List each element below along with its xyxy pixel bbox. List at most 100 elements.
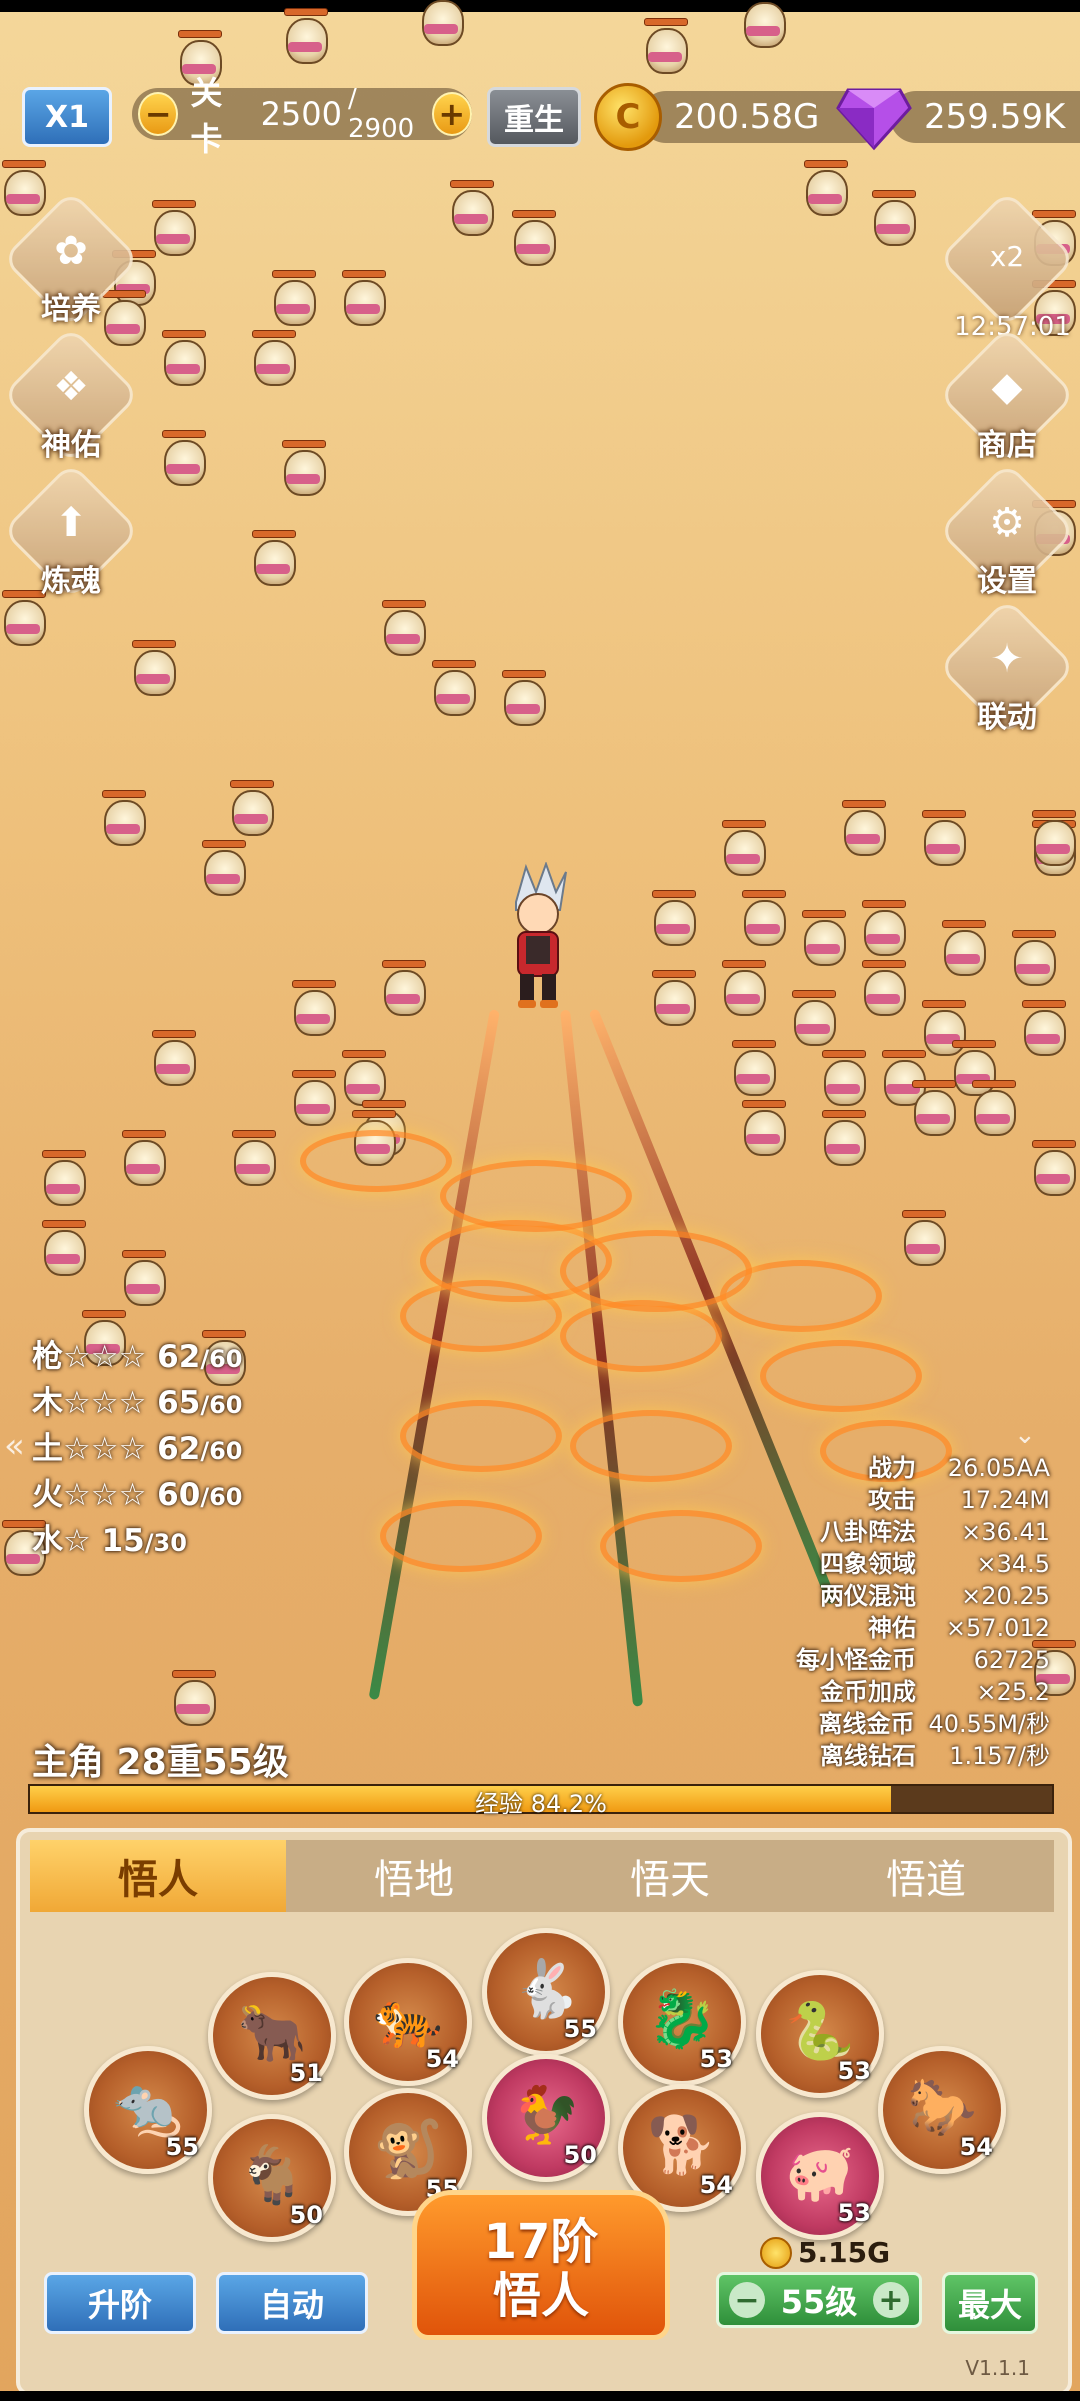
shop-label: 商店 bbox=[977, 428, 1037, 463]
purple-gem-icon bbox=[836, 88, 912, 151]
collapse-left-icon[interactable]: « bbox=[4, 1426, 25, 1466]
enemy-minion bbox=[1030, 1140, 1076, 1196]
enemy-minion bbox=[820, 1110, 866, 1166]
enemy-minion bbox=[40, 1220, 86, 1276]
zodiac-rat-button[interactable]: 🐀 55 bbox=[84, 2046, 212, 2174]
enemy-minion bbox=[740, 0, 786, 48]
stat-row: 攻击 17.24M bbox=[868, 1486, 1050, 1514]
enemy-minion bbox=[160, 430, 206, 486]
enemy-minion bbox=[160, 330, 206, 386]
enemy-minion bbox=[270, 270, 316, 326]
enemy-minion bbox=[820, 1050, 866, 1106]
enemy-minion bbox=[920, 810, 966, 866]
cultivate-button[interactable]: ✿ 培养 bbox=[1, 189, 141, 330]
gold-amount: 200.58G bbox=[674, 97, 820, 137]
enemy-minion bbox=[790, 990, 836, 1046]
hero-stats: 战力 26.05AA 攻击 17.24M 八卦阵法 ×36.41 四象领域 ×34.5 … bbox=[796, 1452, 1050, 1772]
enemy-minion bbox=[430, 660, 476, 716]
stat-row: 四象领域 ×34.5 bbox=[820, 1550, 1050, 1578]
enemy-minion bbox=[250, 530, 296, 586]
enemy-minion bbox=[940, 920, 986, 976]
level-minus-button[interactable]: − bbox=[729, 2282, 765, 2318]
rank-up-button[interactable]: 升阶 bbox=[44, 2272, 196, 2334]
stat-row: 金币加成 ×25.2 bbox=[820, 1678, 1050, 1706]
stat-row: 神佑 ×57.012 bbox=[868, 1614, 1050, 1642]
zodiac-goat-button[interactable]: 🐐 50 bbox=[208, 2114, 336, 2242]
enemy-minion bbox=[380, 960, 426, 1016]
auto-button[interactable]: 自动 bbox=[216, 2272, 368, 2334]
level-plus-button[interactable]: + bbox=[872, 2282, 909, 2318]
zodiac-rooster-button[interactable]: 🐓 50 bbox=[482, 2054, 610, 2182]
enemy-minion bbox=[290, 980, 336, 1036]
settings-gear-icon: ⚙ bbox=[989, 500, 1025, 546]
tab-wu-dao[interactable]: 悟道 bbox=[798, 1840, 1054, 1912]
stat-row: 八卦阵法 ×36.41 bbox=[820, 1518, 1050, 1546]
shop-diamond-icon: ◆ bbox=[991, 364, 1023, 410]
fire-ring-effect bbox=[570, 1410, 732, 1482]
zodiac-level: 53 bbox=[699, 2045, 733, 2073]
enemy-minion bbox=[170, 1670, 216, 1726]
stat-row: 离线钻石 1.157/秒 bbox=[820, 1742, 1050, 1770]
zodiac-level: 54 bbox=[699, 2171, 733, 2199]
stage-prev-button[interactable]: − bbox=[138, 92, 179, 136]
enemy-minion bbox=[650, 890, 696, 946]
enemy-minion bbox=[840, 800, 886, 856]
enemy-minion bbox=[740, 1100, 786, 1156]
fire-ring-effect bbox=[600, 1510, 762, 1582]
stage-label: 关卡 bbox=[190, 74, 223, 158]
enemy-minion bbox=[200, 840, 246, 896]
enemy-minion bbox=[40, 1150, 86, 1206]
enemy-minion bbox=[720, 820, 766, 876]
tab-wu-di[interactable]: 悟地 bbox=[286, 1840, 542, 1912]
fire-ring-effect bbox=[380, 1500, 542, 1572]
zodiac-ox-button[interactable]: 🐂 51 bbox=[208, 1972, 336, 2100]
zodiac-pig-button[interactable]: 🐖 53 bbox=[756, 2112, 884, 2240]
enemy-minion bbox=[448, 180, 494, 236]
zodiac-tiger-button[interactable]: 🐅 54 bbox=[344, 1958, 472, 2086]
zodiac-level: 55 bbox=[563, 2015, 597, 2043]
enemy-minion bbox=[910, 1080, 956, 1136]
collab-button[interactable]: ✦ 联动 bbox=[937, 597, 1077, 738]
soul-refine-label: 炼魂 bbox=[41, 564, 101, 599]
zodiac-level: 53 bbox=[837, 2057, 871, 2085]
rebirth-wrap: 重生 bbox=[487, 87, 581, 147]
enemy-minion bbox=[0, 160, 46, 216]
shop-button[interactable]: ◆ 商店 bbox=[937, 325, 1077, 466]
zodiac-dragon-button[interactable]: 🐉 53 bbox=[618, 1958, 746, 2086]
enemy-minion bbox=[418, 0, 464, 46]
tab-wu-tian[interactable]: 悟天 bbox=[542, 1840, 798, 1912]
enemy-minion bbox=[130, 640, 176, 696]
collapse-down-icon[interactable]: ⌄ bbox=[1014, 1420, 1036, 1450]
tab-wu-ren[interactable]: 悟人 bbox=[30, 1840, 286, 1912]
zodiac-level: 50 bbox=[289, 2201, 323, 2229]
zodiac-rabbit-button[interactable]: 🐇 55 bbox=[482, 1928, 610, 2056]
enemy-minion bbox=[250, 330, 296, 386]
upgrade-tier-button[interactable]: 17阶 悟人 bbox=[412, 2190, 670, 2340]
upgrade-tier-text: 17阶 bbox=[483, 2214, 599, 2270]
settings-button[interactable]: ⚙ 设置 bbox=[937, 461, 1077, 602]
enemy-minion bbox=[340, 270, 386, 326]
enemy-minion bbox=[228, 780, 274, 836]
speed-button-wrap: X1 bbox=[22, 87, 112, 147]
rebirth-button[interactable]: 重生 bbox=[487, 87, 581, 147]
level-value: 55级 bbox=[780, 2283, 858, 2321]
enemy-minion bbox=[800, 910, 846, 966]
double-bag-icon: x2 bbox=[989, 240, 1025, 273]
stat-row: 两仪混沌 ×20.25 bbox=[820, 1582, 1050, 1610]
blessing-icon: ❖ bbox=[53, 364, 89, 410]
stage-next-button[interactable]: + bbox=[431, 92, 472, 136]
zodiac-horse-button[interactable]: 🐎 54 bbox=[878, 2046, 1006, 2174]
level-stepper: − 55级 + bbox=[716, 2272, 922, 2328]
soul-refine-button[interactable]: ⬆ 炼魂 bbox=[1, 461, 141, 602]
zodiac-level: 50 bbox=[563, 2141, 597, 2169]
weapon-row: 土☆☆☆ 62/60 bbox=[32, 1431, 243, 1467]
zodiac-level: 54 bbox=[959, 2133, 993, 2161]
max-button[interactable]: 最大 bbox=[942, 2272, 1038, 2334]
zodiac-snake-button[interactable]: 🐍 53 bbox=[756, 1970, 884, 2098]
cultivate-label: 培养 bbox=[41, 292, 101, 327]
fire-ring-effect bbox=[400, 1400, 562, 1472]
enemy-minion bbox=[150, 200, 196, 256]
speed-button[interactable]: X1 bbox=[22, 87, 112, 147]
blessing-button[interactable]: ❖ 神佑 bbox=[1, 325, 141, 466]
stat-row: 离线金币 40.55M/秒 bbox=[818, 1710, 1051, 1738]
